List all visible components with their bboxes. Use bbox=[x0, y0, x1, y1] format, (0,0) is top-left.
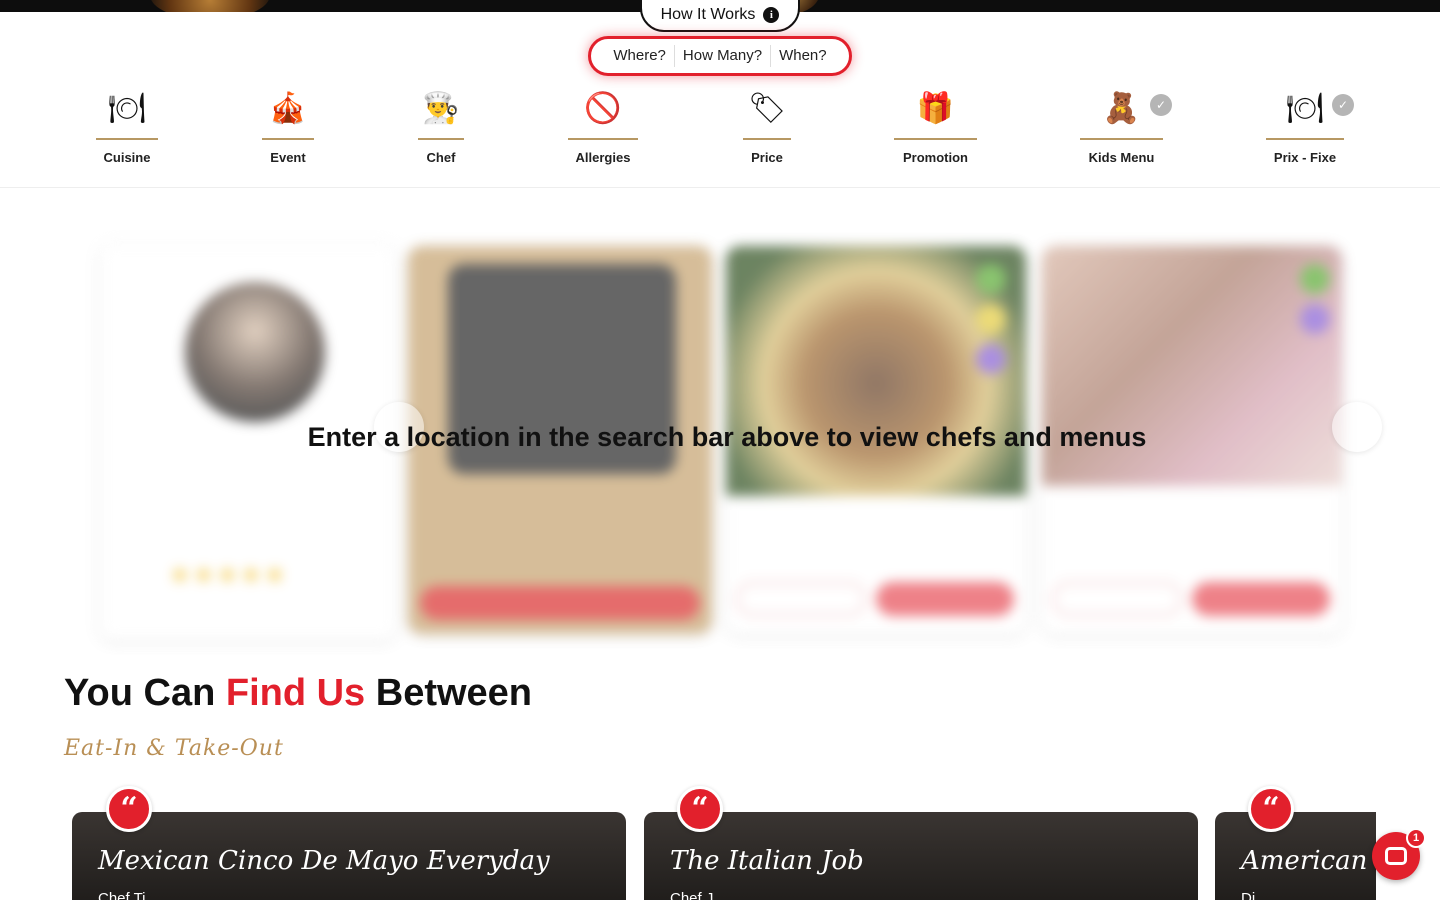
filter-underline bbox=[568, 138, 638, 140]
title-part: Between bbox=[365, 672, 533, 714]
event-icon: 🎪 bbox=[269, 91, 307, 125]
menu-button bbox=[420, 586, 700, 620]
menu-button bbox=[876, 582, 1014, 616]
filter-label: Promotion bbox=[903, 150, 968, 165]
allergies-icon: 🚫 bbox=[584, 91, 622, 125]
filter-label: Kids Menu bbox=[1088, 150, 1155, 165]
info-icon: i bbox=[763, 7, 780, 23]
quote-icon: “ bbox=[1248, 786, 1294, 832]
story-card[interactable]: The Italian Job Chef J... bbox=[644, 812, 1198, 900]
how-it-works-button[interactable]: How It Works i bbox=[640, 0, 800, 32]
filter-price[interactable]: 🏷 Price bbox=[743, 88, 791, 165]
when-field[interactable]: When? bbox=[771, 45, 835, 67]
story-title: The Italian Job bbox=[670, 846, 864, 876]
filter-underline bbox=[1266, 138, 1344, 140]
filter-label: Prix - Fixe bbox=[1273, 150, 1337, 165]
story-body: Chef J... bbox=[670, 890, 726, 900]
filter-underline bbox=[96, 138, 158, 140]
filter-promotion[interactable]: 🎁 Promotion bbox=[894, 88, 977, 165]
story-card[interactable]: American C Di... bbox=[1215, 812, 1376, 900]
filter-kids-menu[interactable]: 🧸 Kids Menu ✓ bbox=[1080, 88, 1172, 165]
filter-event[interactable]: 🎪 Event bbox=[262, 88, 314, 165]
story-card[interactable]: Mexican Cinco De Mayo Everyday Chef Ti..… bbox=[72, 812, 626, 900]
story-body: Chef Ti... bbox=[98, 890, 159, 900]
badge-dot bbox=[1300, 304, 1330, 334]
menu-button bbox=[1192, 582, 1330, 616]
title-part: You Can bbox=[64, 672, 226, 714]
checkmark-icon: ✓ bbox=[1150, 94, 1172, 116]
story-title: Mexican Cinco De Mayo Everyday bbox=[98, 846, 550, 876]
filter-label: Event bbox=[270, 150, 306, 165]
where-field[interactable]: Where? bbox=[605, 45, 675, 67]
filter-underline bbox=[418, 138, 464, 140]
badge-dot bbox=[976, 304, 1006, 334]
filter-allergies[interactable]: 🚫 Allergies bbox=[568, 88, 638, 165]
cloche-icon: 🍽 bbox=[107, 91, 147, 125]
filter-chef[interactable]: 👨‍🍳 Chef bbox=[418, 88, 464, 165]
quote-icon: “ bbox=[106, 786, 152, 832]
filter-label: Price bbox=[751, 150, 783, 165]
filter-cuisine[interactable]: 🍽 Cuisine bbox=[96, 88, 158, 165]
filter-underline bbox=[743, 138, 791, 140]
price-tag-icon: 🏷 bbox=[747, 91, 787, 125]
badge-dot bbox=[1300, 264, 1330, 294]
chef-icon: 👨‍🍳 bbox=[422, 91, 460, 125]
teddy-bear-icon: 🧸 bbox=[1102, 91, 1141, 125]
gift-icon: 🎁 bbox=[916, 91, 955, 125]
how-many-field[interactable]: How Many? bbox=[675, 45, 772, 67]
filter-prix-fixe[interactable]: 🍽 Prix - Fixe ✓ bbox=[1266, 88, 1354, 165]
filter-label: Chef bbox=[426, 150, 456, 165]
title-highlight: Find Us bbox=[225, 672, 366, 714]
dinner-plate-icon: 🍽 bbox=[1285, 91, 1325, 125]
story-body: Di... bbox=[1241, 890, 1268, 900]
chat-launcher-button[interactable]: 1 bbox=[1372, 828, 1426, 880]
compare-button bbox=[1052, 582, 1182, 616]
hero-food-image bbox=[150, 0, 270, 12]
filter-categories: 🍽 Cuisine 🎪 Event 👨‍🍳 Chef 🚫 Allergies 🏷… bbox=[0, 88, 1440, 188]
section-title: You Can Find Us Between bbox=[64, 672, 532, 715]
rating-stars: ★★★★★ bbox=[170, 562, 289, 587]
badge-dot bbox=[976, 264, 1006, 294]
checkmark-icon: ✓ bbox=[1332, 94, 1354, 116]
filter-underline bbox=[1080, 138, 1163, 140]
chef-carousel: ★★★★★ Enter a location in the search bar… bbox=[92, 236, 1382, 646]
chat-icon bbox=[1385, 847, 1407, 865]
avatar bbox=[185, 282, 325, 422]
filter-underline bbox=[262, 138, 314, 140]
filter-label: Allergies bbox=[575, 150, 631, 165]
search-bar[interactable]: Where? How Many? When? bbox=[588, 36, 852, 76]
badge-dot bbox=[976, 344, 1006, 374]
quote-icon: “ bbox=[677, 786, 723, 832]
compare-button bbox=[736, 582, 866, 616]
story-cards: Mexican Cinco De Mayo Everyday Chef Ti..… bbox=[72, 812, 1376, 900]
story-title: American C bbox=[1241, 846, 1376, 876]
section-subtitle: Eat-In & Take-Out bbox=[64, 736, 284, 761]
filter-underline bbox=[894, 138, 977, 140]
notification-badge: 1 bbox=[1406, 828, 1426, 848]
empty-state-message: Enter a location in the search bar above… bbox=[307, 422, 1147, 452]
filter-label: Cuisine bbox=[103, 150, 151, 165]
how-it-works-label: How It Works bbox=[660, 6, 756, 23]
